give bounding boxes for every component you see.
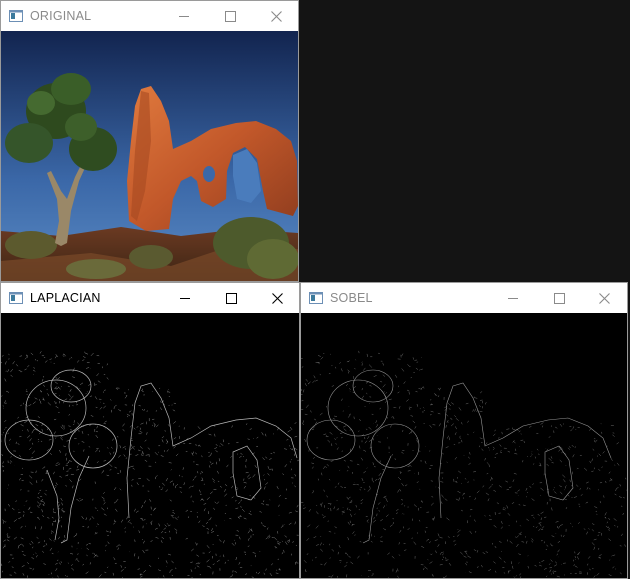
original-image [1, 31, 298, 281]
minimize-button[interactable] [161, 1, 207, 31]
window-title: LAPLACIAN [30, 291, 101, 305]
minimize-icon [179, 297, 190, 299]
window-laplacian[interactable]: LAPLACIAN [0, 282, 300, 579]
titlebar[interactable]: LAPLACIAN [1, 283, 299, 313]
maximize-button[interactable] [536, 283, 582, 313]
maximize-icon [224, 10, 236, 22]
titlebar[interactable]: ORIGINAL [1, 1, 298, 31]
app-window-icon [9, 10, 23, 22]
laplacian-image [1, 313, 299, 578]
close-icon [270, 10, 282, 22]
window-original[interactable]: ORIGINAL [0, 0, 299, 282]
close-button[interactable] [581, 283, 627, 313]
window-title: SOBEL [330, 291, 373, 305]
close-icon [271, 292, 283, 304]
maximize-button[interactable] [208, 283, 254, 313]
app-window-icon [9, 292, 23, 304]
app-window-icon [309, 292, 323, 304]
maximize-icon [553, 292, 565, 304]
minimize-button[interactable] [490, 283, 536, 313]
sobel-image [301, 313, 627, 578]
close-icon [598, 292, 610, 304]
close-button[interactable] [253, 1, 299, 31]
titlebar[interactable]: SOBEL [301, 283, 627, 313]
window-sobel[interactable]: SOBEL [300, 282, 628, 579]
maximize-icon [225, 292, 237, 304]
minimize-button[interactable] [162, 283, 208, 313]
window-title: ORIGINAL [30, 9, 92, 23]
close-button[interactable] [254, 283, 300, 313]
maximize-button[interactable] [207, 1, 253, 31]
minimize-icon [178, 15, 189, 17]
minimize-icon [507, 297, 518, 299]
